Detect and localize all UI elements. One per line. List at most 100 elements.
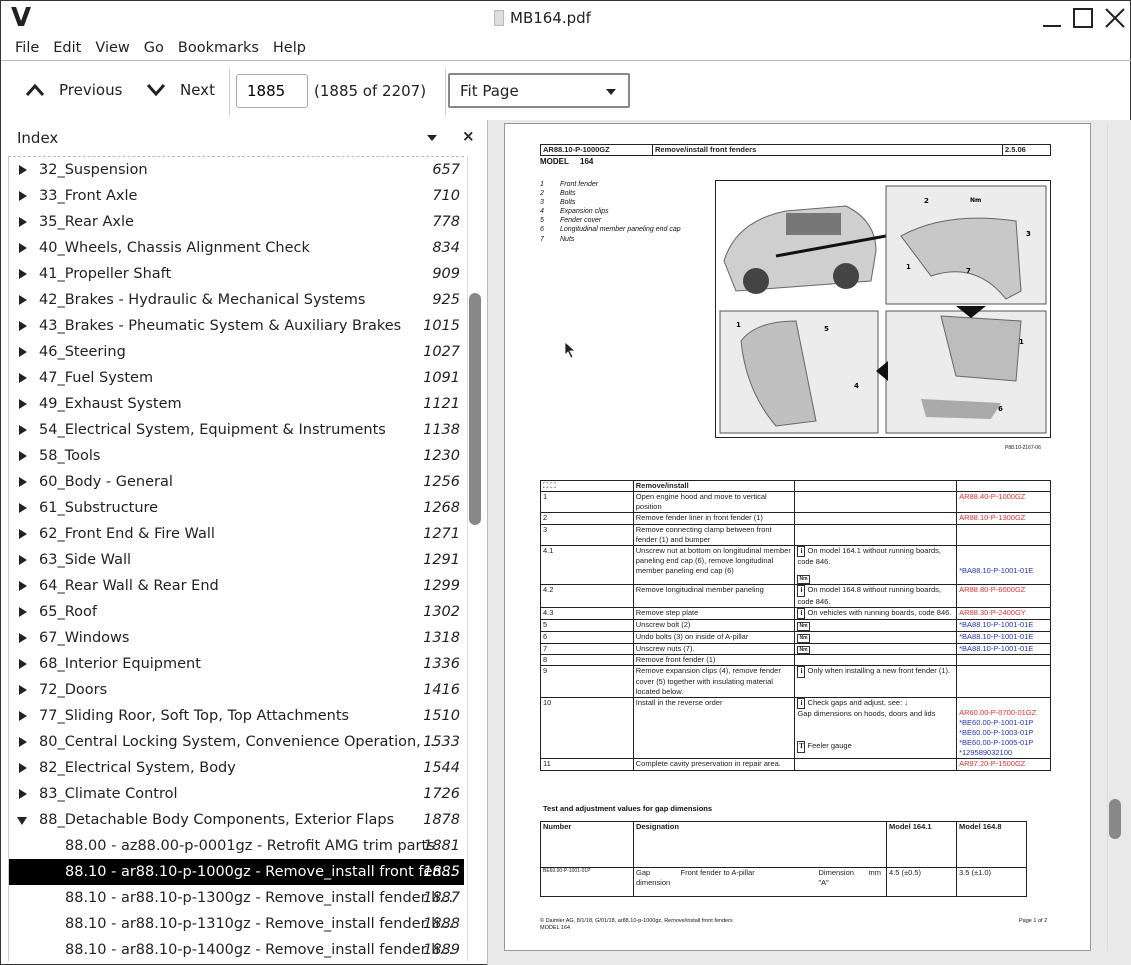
index-item[interactable]: 88.10 - ar88.10-p-1300gz - Remove_instal… (9, 885, 464, 911)
legend-item: 4 Expansion clips (540, 208, 609, 216)
collapsed-arrow-icon[interactable] (19, 789, 27, 799)
index-item[interactable]: 61_Substructure 1268 (9, 495, 464, 521)
index-item[interactable]: 83_Climate Control 1726 (9, 781, 464, 807)
index-item[interactable]: 54_Electrical System, Equipment & Instru… (9, 417, 464, 443)
index-item[interactable]: 32_Suspension 657 (9, 157, 464, 183)
collapsed-arrow-icon[interactable] (19, 763, 27, 773)
index-item[interactable]: 35_Rear Axle 778 (9, 209, 464, 235)
index-item[interactable]: 63_Side Wall 1291 (9, 547, 464, 573)
reference-link[interactable]: *BE60.00-P-1001-01P (959, 718, 1048, 728)
reference-link[interactable]: *BA88.10-P-1001-01E (959, 632, 1048, 642)
collapsed-arrow-icon[interactable] (19, 425, 27, 435)
zoom-select[interactable]: Fit Page (448, 73, 630, 108)
collapsed-arrow-icon[interactable] (19, 477, 27, 487)
minimize-icon[interactable] (1041, 7, 1063, 29)
collapsed-arrow-icon[interactable] (19, 347, 27, 357)
index-item-page: 1726 (423, 786, 460, 802)
collapsed-arrow-icon[interactable] (19, 607, 27, 617)
maximize-icon[interactable] (1072, 7, 1094, 29)
expanded-arrow-icon[interactable] (17, 817, 27, 825)
index-item[interactable]: 49_Exhaust System 1121 (9, 391, 464, 417)
index-item[interactable]: 65_Roof 1302 (9, 599, 464, 625)
close-sidebar-icon[interactable]: × (462, 127, 475, 145)
index-item[interactable]: 60_Body - General 1256 (9, 469, 464, 495)
index-item[interactable]: 40_Wheels, Chassis Alignment Check 834 (9, 235, 464, 261)
svg-text:1: 1 (1019, 338, 1024, 346)
collapsed-arrow-icon[interactable] (19, 165, 27, 175)
previous-button[interactable]: Previous (25, 81, 122, 99)
index-item[interactable]: 47_Fuel System 1091 (9, 365, 464, 391)
index-item[interactable]: 88_Detachable Body Components, Exterior … (9, 807, 464, 833)
collapsed-arrow-icon[interactable] (19, 191, 27, 201)
index-item-label: 62_Front End & Fire Wall (39, 526, 215, 542)
collapsed-arrow-icon[interactable] (19, 581, 27, 591)
index-item[interactable]: 88.00 - az88.00-p-0001gz - Retrofit AMG … (9, 833, 464, 859)
index-item-label: 54_Electrical System, Equipment & Instru… (39, 422, 386, 438)
menu-help[interactable]: Help (266, 37, 313, 60)
index-menu-icon[interactable] (427, 135, 437, 141)
collapsed-arrow-icon[interactable] (19, 529, 27, 539)
collapsed-arrow-icon[interactable] (19, 295, 27, 305)
index-scrollbar[interactable] (467, 156, 483, 961)
collapsed-arrow-icon[interactable] (19, 659, 27, 669)
menu-bookmarks[interactable]: Bookmarks (171, 37, 266, 60)
collapsed-arrow-icon[interactable] (19, 217, 27, 227)
index-item[interactable]: 42_Brakes - Hydraulic & Mechanical Syste… (9, 287, 464, 313)
reference-link[interactable]: AR88.40-P-1000GZ (959, 492, 1048, 502)
close-icon[interactable] (1104, 7, 1126, 29)
index-item[interactable]: 43_Brakes - Pheumatic System & Auxiliary… (9, 313, 464, 339)
collapsed-arrow-icon[interactable] (19, 399, 27, 409)
collapsed-arrow-icon[interactable] (19, 503, 27, 513)
index-item[interactable]: 80_Central Locking System, Convenience O… (9, 729, 464, 755)
index-item[interactable]: 64_Rear Wall & Rear End 1299 (9, 573, 464, 599)
index-item[interactable]: 88.10 - ar88.10-p-1400gz - Remove_instal… (9, 937, 464, 961)
reference-link[interactable]: AR88.80-P-6000GZ (959, 585, 1048, 595)
index-item[interactable]: 88.10 - ar88.10-p-1000gz - Remove_instal… (9, 859, 464, 885)
info-icon: i (797, 585, 806, 597)
collapsed-arrow-icon[interactable] (19, 321, 27, 331)
index-item[interactable]: 62_Front End & Fire Wall 1271 (9, 521, 464, 547)
page-number-input[interactable] (236, 74, 308, 108)
index-item-page: 1015 (423, 318, 460, 334)
doc-version: 2.5.06 (1002, 143, 1051, 157)
reference-link[interactable]: *BA88.10-P-1001-01E (959, 620, 1048, 630)
index-scrollbar-thumb[interactable] (469, 293, 481, 525)
collapsed-arrow-icon[interactable] (19, 373, 27, 383)
index-item[interactable]: 33_Front Axle 710 (9, 183, 464, 209)
menu-file[interactable]: File (1, 37, 46, 60)
collapsed-arrow-icon[interactable] (19, 711, 27, 721)
reference-link[interactable]: AR88.10-P-1300GZ (959, 513, 1048, 523)
index-item[interactable]: 82_Electrical System, Body 1544 (9, 755, 464, 781)
reference-link[interactable]: *129589032100 (959, 748, 1048, 758)
next-button[interactable]: Next (146, 81, 215, 99)
menu-go[interactable]: Go (137, 37, 171, 60)
index-item[interactable]: 72_Doors 1416 (9, 677, 464, 703)
gap-title: Test and adjustment values for gap dimen… (543, 804, 713, 813)
index-item[interactable]: 88.10 - ar88.10-p-1310gz - Remove_instal… (9, 911, 464, 937)
collapsed-arrow-icon[interactable] (19, 633, 27, 643)
figure: 1 2 3 7 Nm 1 5 4 1 6 (715, 180, 1051, 438)
reference-link[interactable]: AR60.00-P-0700-01GZ (959, 708, 1048, 718)
index-item[interactable]: 68_Interior Equipment 1336 (9, 651, 464, 677)
reference-link[interactable]: *BA88.10-P-1001-01E (959, 644, 1048, 654)
index-item[interactable]: 58_Tools 1230 (9, 443, 464, 469)
collapsed-arrow-icon[interactable] (19, 451, 27, 461)
index-item[interactable]: 77_Sliding Roor, Soft Top, Top Attachmen… (9, 703, 464, 729)
viewer-scrollbar-thumb[interactable] (1109, 799, 1121, 839)
reference-link[interactable]: *BE60.00-P-1003-01P (959, 728, 1048, 738)
collapsed-arrow-icon[interactable] (19, 555, 27, 565)
reference-link[interactable]: AR88.30-P-2400GY (959, 608, 1048, 618)
collapsed-arrow-icon[interactable] (19, 269, 27, 279)
index-item[interactable]: 41_Propeller Shaft 909 (9, 261, 464, 287)
menu-view[interactable]: View (88, 37, 136, 60)
index-item-label: 42_Brakes - Hydraulic & Mechanical Syste… (39, 292, 366, 308)
index-item[interactable]: 67_Windows 1318 (9, 625, 464, 651)
index-item[interactable]: 46_Steering 1027 (9, 339, 464, 365)
collapsed-arrow-icon[interactable] (19, 685, 27, 695)
collapsed-arrow-icon[interactable] (19, 737, 27, 747)
reference-link[interactable]: AR97.20-P-1500GZ (959, 759, 1048, 769)
collapsed-arrow-icon[interactable] (19, 243, 27, 253)
reference-link[interactable]: *BA88.10-P-1001-01E (959, 566, 1048, 576)
reference-link[interactable]: *BE60.00-P-1005-01P (959, 738, 1048, 748)
menu-edit[interactable]: Edit (46, 37, 88, 60)
